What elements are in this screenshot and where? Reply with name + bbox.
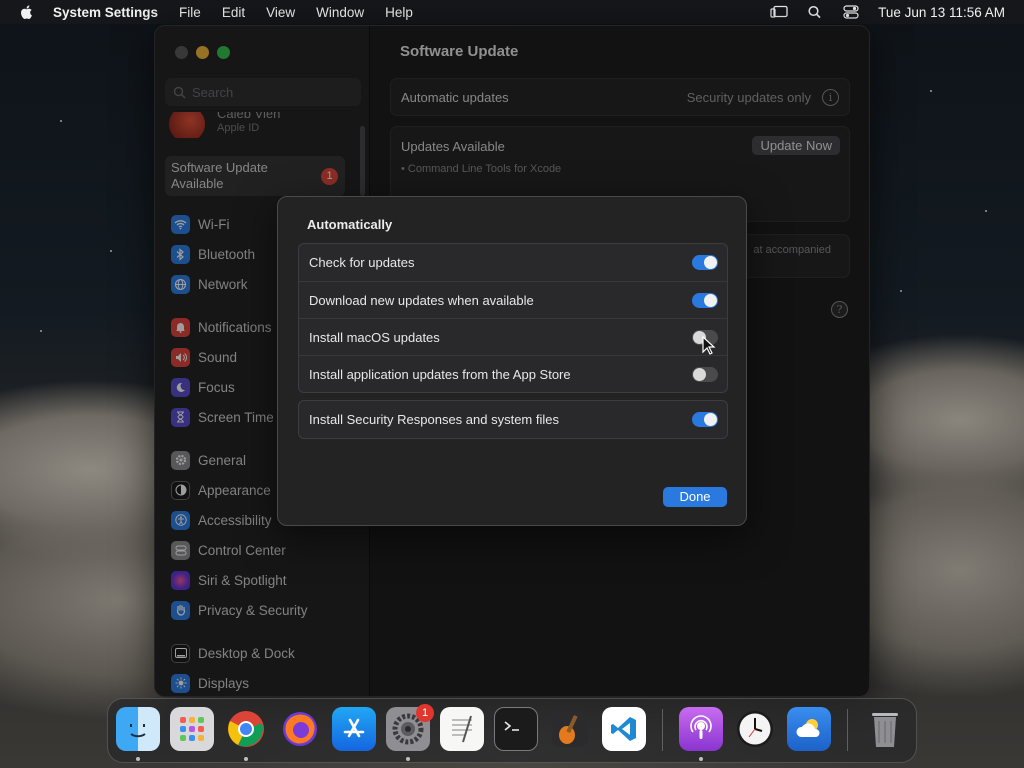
running-indicator: [699, 757, 703, 761]
app-store-icon[interactable]: [332, 707, 376, 751]
star: [110, 250, 112, 252]
running-indicator: [244, 757, 248, 761]
running-indicator: [136, 757, 140, 761]
spotlight-search-icon[interactable]: [806, 5, 824, 19]
dock: 1: [107, 698, 917, 763]
menu-bar: System Settings File Edit View Window He…: [0, 0, 1024, 24]
terminal-icon[interactable]: [494, 707, 538, 751]
clock-icon[interactable]: [733, 707, 777, 751]
menu-app-name[interactable]: System Settings: [53, 5, 158, 20]
option-check-for-updates: Check for updates: [299, 244, 727, 281]
download-updates-toggle[interactable]: [692, 293, 718, 308]
menu-edit[interactable]: Edit: [222, 5, 245, 20]
dock-separator: [662, 709, 663, 751]
option-download-updates: Download new updates when available: [299, 281, 727, 318]
control-center-icon[interactable]: [842, 5, 860, 19]
option-install-app-updates: Install application updates from the App…: [299, 355, 727, 392]
check-for-updates-toggle[interactable]: [692, 255, 718, 270]
launchpad-icon[interactable]: [170, 707, 214, 751]
dock-separator: [847, 709, 848, 751]
trash-icon[interactable]: [863, 707, 907, 751]
star: [930, 90, 932, 92]
textedit-icon[interactable]: [440, 707, 484, 751]
option-install-macos-updates: Install macOS updates: [299, 318, 727, 355]
menu-file[interactable]: File: [179, 5, 201, 20]
apple-logo-icon[interactable]: [19, 4, 35, 20]
finder-icon[interactable]: [116, 707, 160, 751]
install-app-updates-toggle[interactable]: [692, 367, 718, 382]
firefox-icon[interactable]: [278, 707, 322, 751]
option-security-responses: Install Security Responses and system fi…: [299, 401, 727, 438]
option-label: Install Security Responses and system fi…: [309, 412, 559, 427]
menu-window[interactable]: Window: [316, 5, 364, 20]
stage-manager-icon[interactable]: [770, 5, 788, 19]
options-group: Check for updates Download new updates w…: [298, 243, 728, 393]
done-button[interactable]: Done: [663, 487, 727, 507]
menu-clock[interactable]: Tue Jun 13 11:56 AM: [878, 5, 1005, 20]
option-label: Download new updates when available: [309, 292, 534, 308]
mouse-cursor-icon: [702, 336, 716, 355]
option-label: Install application updates from the App…: [309, 366, 571, 382]
star: [985, 210, 987, 212]
option-label: Check for updates: [309, 255, 415, 270]
menu-help[interactable]: Help: [385, 5, 413, 20]
garageband-icon[interactable]: [548, 707, 592, 751]
security-responses-toggle[interactable]: [692, 412, 718, 427]
settings-badge: 1: [416, 704, 434, 722]
star: [40, 330, 42, 332]
automatic-updates-sheet: Automatically Check for updates Download…: [277, 196, 747, 526]
chrome-icon[interactable]: [224, 707, 268, 751]
vscode-icon[interactable]: [602, 707, 646, 751]
sheet-title: Automatically: [307, 217, 393, 232]
security-group: Install Security Responses and system fi…: [298, 400, 728, 439]
star: [900, 290, 902, 292]
menu-view[interactable]: View: [266, 5, 295, 20]
star: [60, 120, 62, 122]
weather-icon[interactable]: [787, 707, 831, 751]
running-indicator: [406, 757, 410, 761]
option-label: Install macOS updates: [309, 329, 440, 345]
podcasts-icon[interactable]: [679, 707, 723, 751]
